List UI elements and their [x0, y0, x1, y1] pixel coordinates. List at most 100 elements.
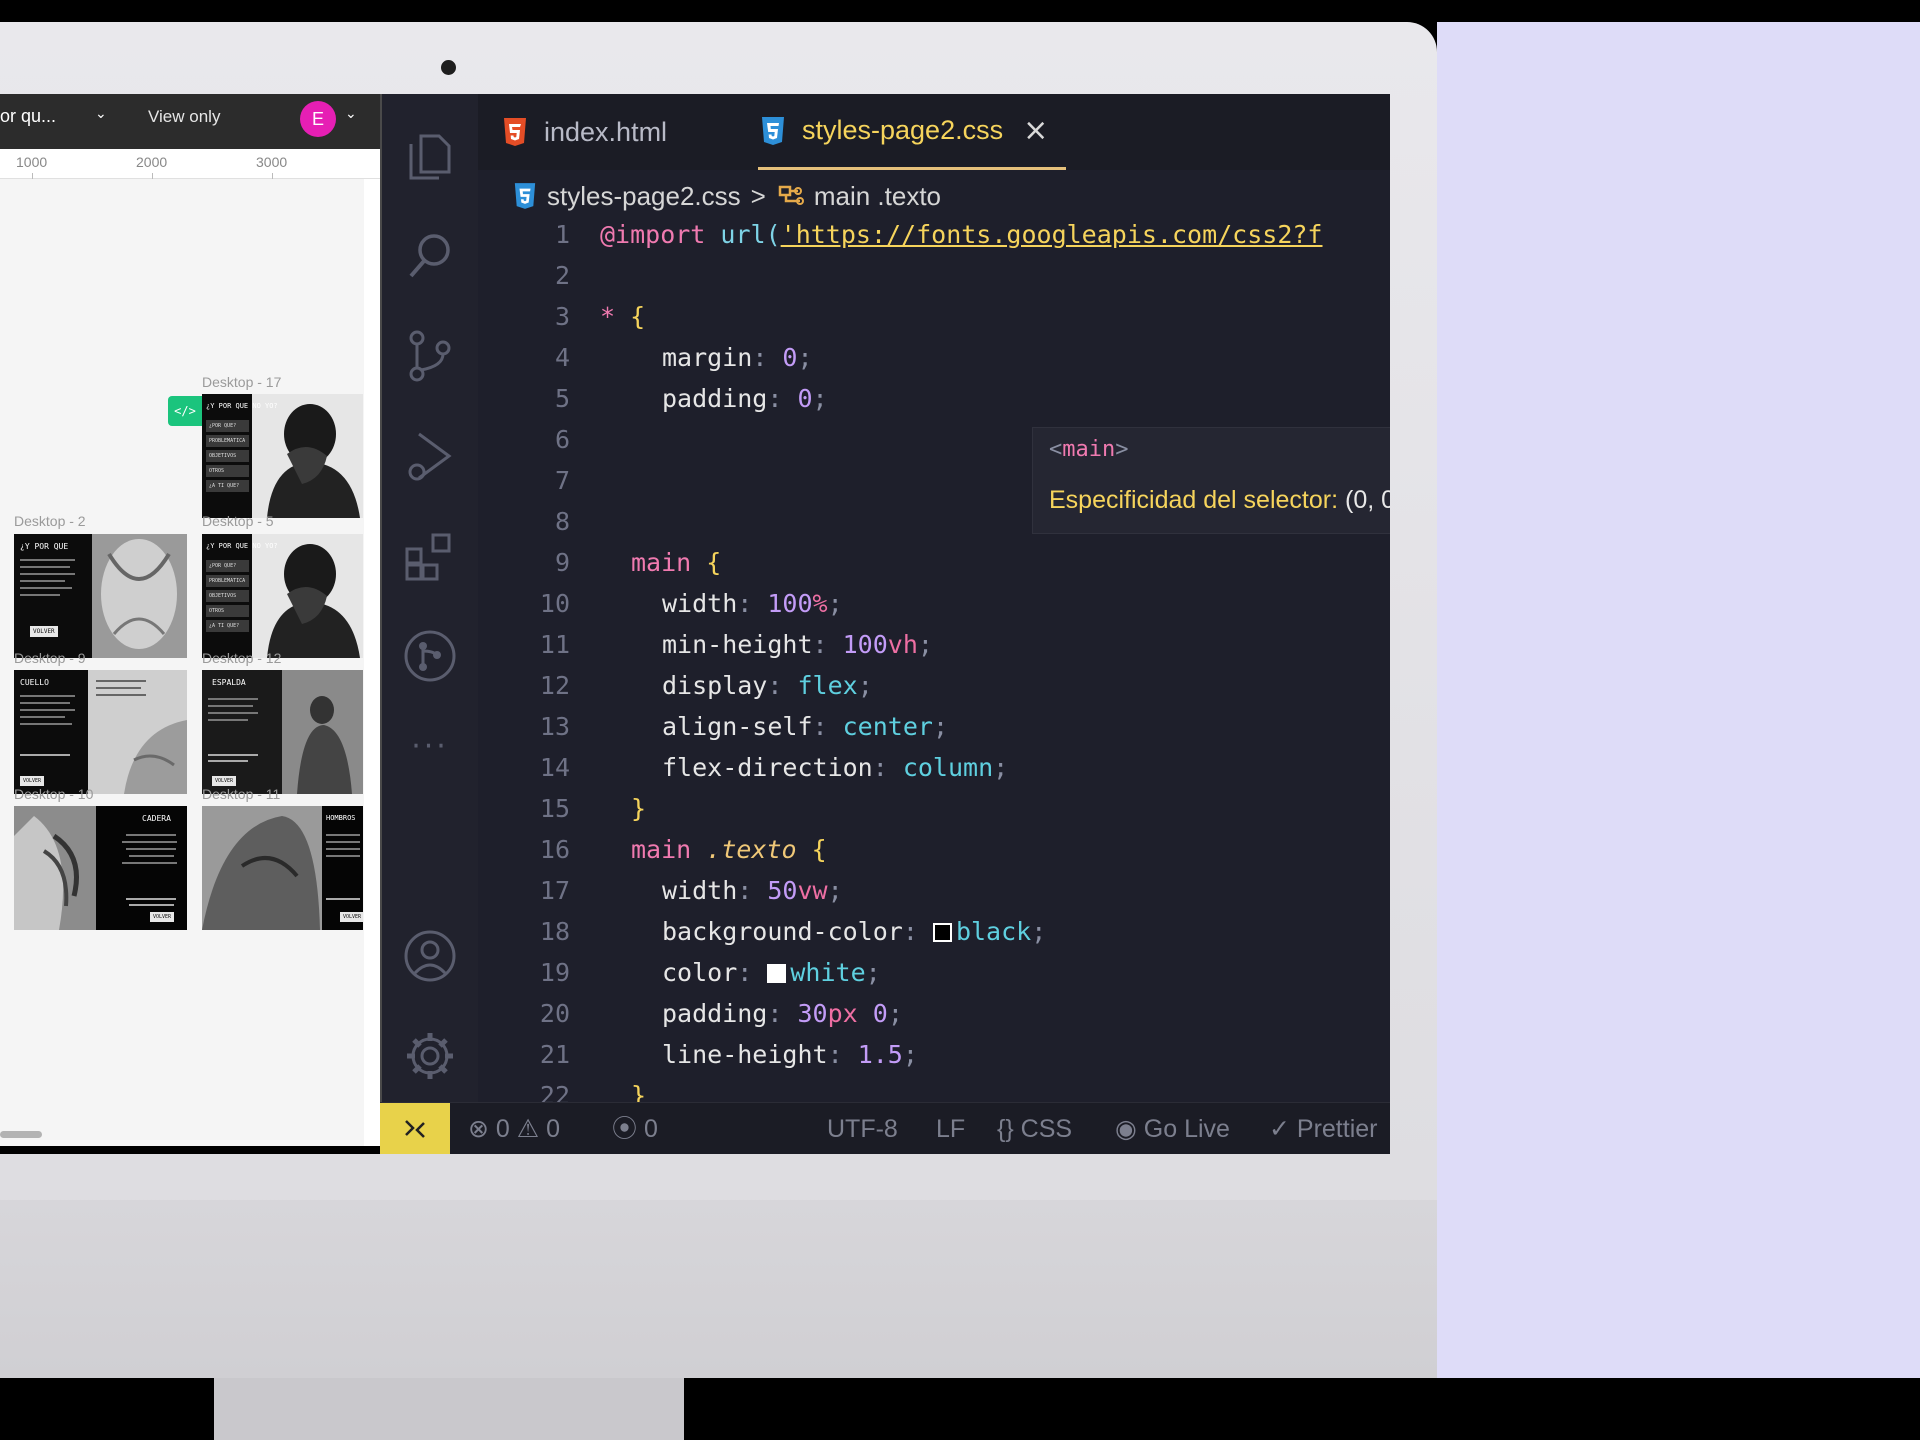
ports-indicator[interactable]: ⦿ 0 [612, 1103, 658, 1154]
breadcrumb: styles-page2.css > main .texto [513, 176, 941, 216]
breadcrumb-separator: > [750, 180, 766, 211]
more-icon[interactable]: ··· [400, 716, 460, 776]
code-line: 21 line-height: 1.5; [539, 1040, 918, 1069]
ruler-tick [152, 173, 153, 179]
frame-desktop-10[interactable]: CADERA VOLVER [14, 806, 187, 930]
frame-desktop-2[interactable]: ¿Y POR QUE VOLVER [14, 534, 187, 658]
braces-icon: {} [997, 1115, 1014, 1143]
canvas-edge [364, 179, 380, 1146]
stand-base [214, 1378, 684, 1440]
tab-label: styles-page2.css [802, 115, 1004, 145]
css3-icon [762, 116, 784, 145]
code-line: 3 * { [554, 302, 646, 331]
code-line: 19 color: white; [539, 958, 881, 987]
language-indicator[interactable]: {} CSS [997, 1103, 1072, 1154]
code-line: 15} [539, 794, 647, 823]
code-line: 16 main .texto { [539, 835, 827, 864]
search-icon[interactable] [400, 226, 460, 286]
file-name[interactable]: or qu... [0, 106, 56, 127]
gear-icon[interactable] [400, 1026, 460, 1086]
chevron-down-icon[interactable]: ⌄ [345, 106, 357, 122]
git-graph-icon[interactable] [400, 626, 460, 686]
frame-label: Desktop - 5 [202, 513, 274, 529]
frame-desktop-9[interactable]: CUELLO VOLVER [14, 670, 187, 794]
code-line: 14 flex-direction: column; [539, 753, 1009, 782]
code-line: 13 align-self: center; [539, 712, 948, 741]
breadcrumb-symbol[interactable]: main .texto [814, 181, 941, 212]
shoulders-photo [202, 806, 363, 930]
ruler-tick-label: 2000 [136, 154, 168, 170]
close-icon[interactable]: × [1023, 113, 1048, 148]
status-bar: ⊗ 0 ⚠ 0 ⦿ 0 UTF-8 LF {} CSS ◉ Go Live ✓ … [380, 1102, 1390, 1154]
frame-title: ¿Y POR QUE NO YO? [206, 542, 278, 550]
account-icon[interactable] [400, 926, 460, 986]
ruler-tick-label: 1000 [16, 154, 48, 170]
frame-label: Desktop - 9 [14, 650, 86, 666]
tab-index-html[interactable]: index.html [502, 94, 667, 170]
frame-label: Desktop - 2 [14, 513, 86, 529]
run-debug-icon[interactable] [400, 426, 460, 486]
breadcrumb-file[interactable]: styles-page2.css [547, 181, 741, 212]
error-icon: ⊗ [468, 1115, 489, 1143]
menu-item: PROBLEMATICA [206, 575, 249, 587]
prettier-indicator[interactable]: ✓ Prettier [1269, 1103, 1378, 1154]
horizontal-scrollbar[interactable] [0, 1131, 42, 1138]
frame-label: Desktop - 17 [202, 374, 282, 390]
extensions-icon[interactable] [400, 526, 460, 586]
frame-desktop-12[interactable]: ESPALDA VOLVER [202, 670, 363, 794]
warning-count: 0 [546, 1115, 561, 1143]
code-line: 5 padding: 0; [554, 384, 828, 413]
html5-icon [504, 118, 526, 146]
background-lavender [1437, 22, 1920, 1378]
dev-mode-code-icon[interactable]: </> [168, 396, 202, 426]
frame-label: Desktop - 12 [202, 650, 282, 666]
menu-item: ¿A TI QUE? [206, 620, 249, 632]
files-icon[interactable] [400, 126, 460, 186]
code-line: 9 main { [554, 548, 722, 577]
css3-icon [514, 183, 536, 209]
problems-indicator[interactable]: ⊗ 0 ⚠ 0 [468, 1103, 560, 1154]
frame-button: VOLVER [30, 626, 58, 637]
portrait-photo [252, 534, 363, 658]
code-line: 18 background-color: black; [539, 917, 1047, 946]
tab-styles-page2-css[interactable]: styles-page2.css × [758, 94, 1067, 170]
menu-item: OTROS [206, 465, 249, 477]
double-check-icon: ✓ [1269, 1115, 1290, 1143]
source-control-icon[interactable] [400, 326, 460, 386]
menu-item: OBJETIVOS [206, 450, 249, 462]
frame-button: VOLVER [340, 912, 363, 922]
ruler-tick-label: 3000 [256, 154, 288, 170]
ruler-tick [272, 173, 273, 179]
menu-item: ¿POR QUE? [206, 420, 249, 432]
menu-item: OTROS [206, 605, 249, 617]
broadcast-icon: ◉ [1115, 1115, 1137, 1143]
frame-desktop-17[interactable]: ¿Y POR QUE NO YO? ¿POR QUE? PROBLEMATICA… [202, 394, 363, 518]
face-photo [14, 534, 187, 658]
chevron-down-icon[interactable]: ⌄ [95, 106, 107, 122]
ruler: 1000 2000 3000 [0, 149, 380, 179]
frame-button: VOLVER [150, 912, 175, 922]
color-swatch[interactable] [932, 923, 952, 942]
avatar[interactable]: E [300, 101, 336, 137]
frame-title: HOMBROS [326, 814, 356, 822]
frame-label: Desktop - 10 [14, 786, 94, 802]
frame-desktop-11[interactable]: HOMBROS VOLVER [202, 806, 363, 930]
menu-item: OBJETIVOS [206, 590, 249, 602]
encoding-indicator[interactable]: UTF-8 [827, 1103, 898, 1154]
remote-icon[interactable] [380, 1103, 450, 1154]
eol-indicator[interactable]: LF [936, 1103, 965, 1154]
code-editor[interactable]: 1 @import url('https://fonts.googleapis.c… [478, 214, 1390, 1102]
frame-title: ESPALDA [212, 678, 246, 687]
view-mode-label[interactable]: View only [148, 107, 220, 127]
selector-symbol-icon [778, 185, 804, 205]
tab-bar: index.html styles-page2.css × [478, 94, 1390, 170]
frame-desktop-5[interactable]: ¿Y POR QUE NO YO? ¿POR QUE? PROBLEMATICA… [202, 534, 363, 658]
vscode-window: ··· index.html styles-page2.css × styles… [380, 94, 1390, 1154]
code-line: 1 @import url('https://fonts.googleapis.c… [554, 220, 1323, 249]
hover-element-tag: <main> [1049, 437, 1129, 462]
code-line: 2 [554, 261, 570, 290]
menu-item: ¿POR QUE? [206, 560, 249, 572]
frame-button: VOLVER [212, 776, 237, 786]
color-swatch[interactable] [767, 964, 787, 983]
go-live-button[interactable]: ◉ Go Live [1115, 1103, 1230, 1154]
